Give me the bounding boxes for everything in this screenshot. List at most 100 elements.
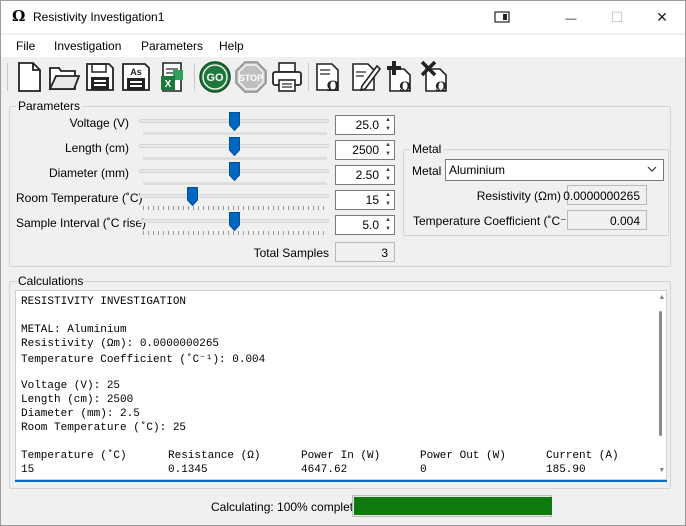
output-focus-line — [15, 480, 667, 482]
go-icon: GO — [199, 61, 231, 93]
spin-up-icon[interactable]: ▲ — [382, 166, 394, 175]
menu-investigation[interactable]: Investigation — [54, 39, 121, 53]
menu-file[interactable]: File — [16, 39, 35, 53]
save-icon — [86, 63, 114, 91]
spin-down-icon[interactable]: ▼ — [382, 125, 394, 134]
slider-tick-bar — [143, 206, 327, 210]
title-bar[interactable]: Ω Resistivity Investigation1 — ☐ ✕ — [1, 1, 685, 33]
toolbar-grip — [7, 63, 8, 91]
spin-down-icon[interactable]: ▼ — [382, 225, 394, 234]
total-samples-field: 3 — [335, 242, 395, 262]
spin-up-icon[interactable]: ▲ — [382, 141, 394, 150]
add-metal-button[interactable]: Ω — [384, 60, 418, 95]
omega-label: Ω — [399, 80, 411, 94]
edit-metal-button[interactable] — [348, 60, 382, 94]
snap-icon — [494, 11, 510, 23]
table-cell: 4647.62 — [301, 464, 348, 476]
progress-label: Calculating: 100% completed — [211, 500, 367, 514]
edit-metal-icon — [352, 63, 382, 92]
resistivity-button[interactable]: Ω — [312, 60, 346, 95]
metal-selected-value: Aluminium — [449, 163, 506, 177]
menu-help[interactable]: Help — [219, 39, 244, 53]
calculations-output[interactable]: RESISTIVITY INVESTIGATION METAL: Aluminiu… — [15, 290, 667, 480]
minimize-button[interactable]: — — [548, 1, 594, 33]
stop-button[interactable]: STOP — [234, 60, 268, 94]
table-header: Power Out (W) — [420, 450, 506, 462]
slider-thumb[interactable] — [228, 112, 240, 131]
snap-layout-button[interactable] — [479, 1, 525, 33]
table-header: Power In (W) — [301, 450, 381, 462]
scrollbar-thumb[interactable] — [659, 311, 662, 436]
sample-interval-spinner[interactable]: 5.0 ▲ ▼ — [335, 215, 395, 235]
delete-metal-button[interactable]: Ω — [420, 60, 454, 95]
menu-parameters[interactable]: Parameters — [141, 39, 203, 53]
slider-thumb[interactable] — [228, 162, 240, 181]
slider-tick-bar — [143, 231, 327, 235]
save-button[interactable] — [83, 60, 117, 94]
open-button[interactable] — [47, 60, 81, 94]
go-button[interactable]: GO — [198, 60, 232, 94]
spin-up-icon[interactable]: ▲ — [382, 116, 394, 125]
temp-coeff-label: Temperature Coefficient (˚C⁻¹) — [413, 214, 575, 228]
slider-thumb[interactable] — [187, 187, 199, 206]
slider-tick-bar — [143, 182, 327, 185]
close-button[interactable]: ✕ — [639, 1, 685, 33]
omega-label: Ω — [327, 79, 339, 94]
omega-label: Ω — [435, 80, 447, 94]
maximize-button[interactable]: ☐ — [594, 1, 640, 33]
room-temperature-slider[interactable] — [139, 186, 329, 210]
output-line: Room Temperature (˚C): 25 — [21, 422, 187, 434]
minimize-icon: — — [565, 13, 577, 25]
slider-track[interactable] — [139, 194, 329, 198]
spin-up-icon[interactable]: ▲ — [382, 191, 394, 200]
output-line: Resistivity (Ωm): 0.0000000265 — [21, 338, 220, 350]
toolbar: As X GO STOP Ω Ω Ω — [1, 57, 685, 97]
resistivity-value: 0.0000000265 — [563, 189, 640, 203]
export-excel-button[interactable]: X — [155, 60, 189, 94]
sample-interval-value: 5.0 — [362, 218, 379, 232]
scroll-down-icon[interactable]: ▼ — [660, 467, 664, 475]
slider-thumb[interactable] — [228, 212, 240, 231]
table-cell: 0 — [420, 464, 427, 476]
diameter-slider[interactable] — [139, 161, 329, 185]
toolbar-separator — [308, 63, 309, 91]
voltage-spinner[interactable]: 25.0 ▲ ▼ — [335, 115, 395, 135]
length-label: Length (cm) — [64, 141, 129, 155]
new-button[interactable] — [12, 60, 46, 94]
length-slider[interactable] — [139, 136, 329, 160]
save-as-label: As — [130, 67, 142, 77]
voltage-slider[interactable] — [139, 111, 329, 135]
stop-icon: STOP — [235, 61, 267, 93]
go-label: GO — [206, 72, 224, 84]
slider-thumb[interactable] — [228, 137, 240, 156]
parameters-group-title: Parameters — [16, 99, 83, 113]
resistivity-label: Resistivity (Ωm) — [476, 189, 561, 203]
table-header: Resistance (Ω) — [168, 450, 261, 462]
stop-label: STOP — [239, 73, 263, 83]
open-folder-icon — [48, 67, 81, 90]
room-temperature-value: 15 — [365, 193, 379, 207]
output-line: Length (cm): 2500 — [21, 394, 134, 406]
save-as-icon: As — [122, 63, 150, 91]
room-temperature-spinner[interactable]: 15 ▲ ▼ — [335, 190, 395, 210]
spin-down-icon[interactable]: ▼ — [382, 150, 394, 159]
print-button[interactable] — [270, 60, 304, 94]
spin-down-icon[interactable]: ▼ — [382, 175, 394, 184]
add-metal-icon: Ω — [387, 61, 411, 95]
spin-up-icon[interactable]: ▲ — [382, 216, 394, 225]
voltage-value: 25.0 — [355, 118, 379, 132]
length-value: 2500 — [352, 143, 379, 157]
menu-bar: File Investigation Parameters Help — [1, 35, 685, 57]
diameter-label: Diameter (mm) — [49, 166, 129, 180]
metal-select-label: Metal — [412, 164, 442, 178]
length-spinner[interactable]: 2500 ▲ ▼ — [335, 140, 395, 160]
vertical-scrollbar[interactable]: ▲ ▼ — [652, 291, 666, 479]
save-as-button[interactable]: As — [119, 60, 153, 94]
sample-interval-slider[interactable] — [139, 211, 329, 235]
window-title: Resistivity Investigation1 — [33, 10, 165, 24]
output-line: RESISTIVITY INVESTIGATION — [21, 296, 187, 308]
spin-down-icon[interactable]: ▼ — [382, 200, 394, 209]
scroll-up-icon[interactable]: ▲ — [660, 294, 664, 302]
diameter-spinner[interactable]: 2.50 ▲ ▼ — [335, 165, 395, 185]
metal-select[interactable]: Aluminium — [445, 159, 664, 181]
